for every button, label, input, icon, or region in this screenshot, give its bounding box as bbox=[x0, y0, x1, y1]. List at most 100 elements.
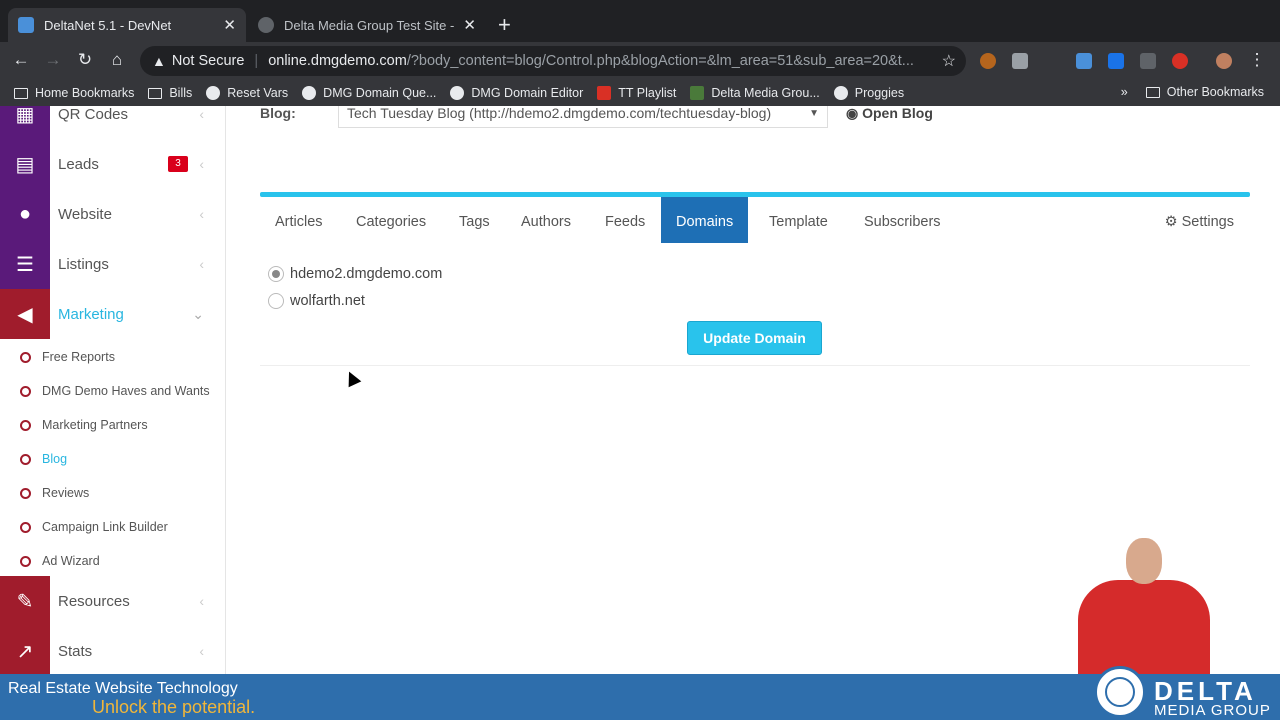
extension-icon[interactable] bbox=[1012, 53, 1028, 69]
circle-icon bbox=[20, 385, 31, 397]
globe-icon: ◉ bbox=[846, 106, 859, 121]
domain-label: wolfarth.net bbox=[290, 293, 365, 309]
sidebar-item-leads[interactable]: ▤ Leads 3 ‹ bbox=[0, 139, 226, 189]
sidebar-item-label: Resources bbox=[58, 592, 130, 610]
circle-icon bbox=[20, 453, 31, 465]
bookmark-item[interactable]: Proggies bbox=[833, 86, 904, 100]
subitem-label: Free Reports bbox=[42, 350, 115, 364]
blog-select-value: Tech Tuesday Blog (http://hdemo2.dmgdemo… bbox=[347, 106, 772, 121]
chevron-left-icon: ‹ bbox=[199, 156, 204, 172]
megaphone-icon: ◀ bbox=[0, 289, 50, 339]
sidebar-item-label: Listings bbox=[58, 255, 109, 273]
subitem-label: Ad Wizard bbox=[42, 554, 100, 568]
tab-subscribers[interactable]: Subscribers bbox=[849, 197, 956, 243]
open-blog-link[interactable]: ◉ Open Blog bbox=[846, 106, 933, 122]
sidebar-item-resources[interactable]: ✎ Resources ‹ bbox=[0, 576, 226, 626]
extension-icon[interactable] bbox=[1140, 53, 1156, 69]
subitem-label: Campaign Link Builder bbox=[42, 520, 168, 534]
youtube-icon bbox=[597, 86, 612, 100]
sidebar-subitem-blog[interactable]: Blog bbox=[0, 442, 226, 476]
subitem-label: DMG Demo Haves and Wants bbox=[42, 384, 210, 398]
extension-icon[interactable] bbox=[1076, 53, 1092, 69]
bookmark-star-icon[interactable]: ☆ bbox=[942, 51, 956, 71]
update-domain-button[interactable]: Update Domain bbox=[687, 321, 822, 355]
tab-template[interactable]: Template bbox=[754, 197, 843, 243]
presenter-shirt bbox=[1078, 580, 1210, 674]
radio-button[interactable] bbox=[268, 293, 284, 309]
sidebar-item-website[interactable]: ● Website ‹ bbox=[0, 189, 226, 239]
browser-toolbar: ← → ↻ ⌂ ▲ Not Secure | online.dmgdemo.co… bbox=[0, 42, 1280, 80]
tab-articles[interactable]: Articles bbox=[260, 197, 338, 243]
tab-authors[interactable]: Authors bbox=[506, 197, 586, 243]
list-icon: ☰ bbox=[0, 239, 50, 289]
chevron-left-icon: ‹ bbox=[199, 256, 204, 272]
forward-icon[interactable]: → bbox=[42, 50, 64, 70]
sidebar-item-label: Stats bbox=[58, 642, 93, 660]
close-tab-icon[interactable]: ✕ bbox=[223, 16, 236, 34]
delta-logo-icon bbox=[1094, 666, 1146, 718]
bookmark-item[interactable]: DMG Domain Que... bbox=[302, 86, 436, 100]
tab-tags[interactable]: Tags bbox=[444, 197, 505, 243]
globe-icon bbox=[206, 86, 221, 100]
extension-icon[interactable] bbox=[1172, 53, 1188, 69]
bookmark-label: Home Bookmarks bbox=[35, 86, 135, 100]
back-icon[interactable]: ← bbox=[10, 50, 32, 70]
sidebar-item-label: QR Codes bbox=[58, 106, 129, 123]
sidebar-item-qr-codes[interactable]: ▦ QR Codes ‹ bbox=[0, 106, 226, 139]
settings-link[interactable]: ⚙ Settings bbox=[1165, 197, 1234, 243]
globe-icon: ● bbox=[0, 189, 50, 239]
chevron-left-icon: ‹ bbox=[199, 106, 204, 122]
sidebar-subitem-marketing-partners[interactable]: Marketing Partners bbox=[0, 408, 226, 442]
other-bookmarks[interactable]: Other Bookmarks bbox=[1167, 85, 1264, 99]
tab-domains[interactable]: Domains bbox=[661, 197, 749, 243]
blog-select[interactable]: Tech Tuesday Blog (http://hdemo2.dmgdemo… bbox=[338, 106, 828, 128]
brand-footer: Real Estate Website Technology Unlock th… bbox=[0, 674, 1280, 720]
bookmarks-overflow-icon[interactable]: » bbox=[1121, 85, 1128, 99]
sidebar-item-listings[interactable]: ☰ Listings ‹ bbox=[0, 239, 226, 289]
leads-count-badge: 3 bbox=[168, 156, 188, 172]
radio-button[interactable] bbox=[268, 266, 284, 282]
bookmark-item[interactable]: Bills bbox=[148, 86, 192, 100]
sidebar-subitem-campaign-link-builder[interactable]: Campaign Link Builder bbox=[0, 510, 226, 544]
close-tab-icon[interactable]: ✕ bbox=[463, 16, 476, 34]
tab-feeds[interactable]: Feeds bbox=[590, 197, 660, 243]
presenter-head bbox=[1126, 538, 1162, 584]
blog-tabs: Articles Categories Tags Authors Feeds D… bbox=[260, 197, 1250, 243]
sidebar-subitem-ad-wizard[interactable]: Ad Wizard bbox=[0, 544, 226, 578]
sidebar-item-stats[interactable]: ↗ Stats ‹ bbox=[0, 626, 226, 674]
url-host: online.dmgdemo.com bbox=[268, 53, 407, 69]
bookmark-item[interactable]: Home Bookmarks bbox=[14, 86, 134, 100]
home-icon[interactable]: ⌂ bbox=[106, 50, 128, 70]
profile-avatar[interactable] bbox=[1216, 53, 1232, 69]
tab-categories[interactable]: Categories bbox=[341, 197, 441, 243]
domain-option[interactable]: wolfarth.net bbox=[268, 290, 365, 312]
bookmark-label: Bills bbox=[169, 86, 193, 100]
dropdown-arrow-icon: ▼ bbox=[809, 107, 819, 119]
bookmark-item[interactable]: Delta Media Grou... bbox=[690, 86, 820, 100]
reload-icon[interactable]: ↻ bbox=[74, 50, 96, 70]
qr-icon: ▦ bbox=[0, 106, 50, 139]
sidebar-subitem-haves-wants[interactable]: DMG Demo Haves and Wants bbox=[0, 374, 226, 408]
sidebar-item-marketing[interactable]: ◀ Marketing ⌄ bbox=[0, 289, 226, 339]
address-bar[interactable]: ▲ Not Secure | online.dmgdemo.com /?body… bbox=[140, 46, 966, 76]
bookmark-item[interactable]: Reset Vars bbox=[206, 86, 288, 100]
chevron-left-icon: ‹ bbox=[199, 593, 204, 609]
subitem-label: Blog bbox=[42, 452, 68, 466]
extension-icon[interactable] bbox=[980, 53, 996, 69]
sidebar-subitem-free-reports[interactable]: Free Reports bbox=[0, 340, 226, 374]
sidebar-subitem-reviews[interactable]: Reviews bbox=[0, 476, 226, 510]
new-tab-button[interactable]: + bbox=[498, 12, 511, 38]
extension-icon[interactable] bbox=[1108, 53, 1124, 69]
tab-delta-media[interactable]: Delta Media Group Test Site - T ✕ bbox=[248, 8, 486, 42]
bookmark-item[interactable]: DMG Domain Editor bbox=[450, 86, 583, 100]
domain-option[interactable]: hdemo2.dmgdemo.com bbox=[268, 263, 442, 285]
sidebar-item-label: Leads bbox=[58, 155, 99, 173]
globe-icon bbox=[833, 86, 848, 100]
globe-icon bbox=[450, 86, 465, 100]
sidebar: ▦ QR Codes ‹ ▤ Leads 3 ‹ ● Website ‹ ☰ L… bbox=[0, 106, 226, 674]
tab-deltanet[interactable]: DeltaNet 5.1 - DevNet ✕ bbox=[8, 8, 246, 42]
deltanet-favicon-icon bbox=[18, 17, 34, 33]
site-icon bbox=[690, 86, 705, 100]
menu-icon[interactable]: ⋮ bbox=[1246, 50, 1268, 70]
bookmark-item[interactable]: TT Playlist bbox=[597, 86, 676, 100]
